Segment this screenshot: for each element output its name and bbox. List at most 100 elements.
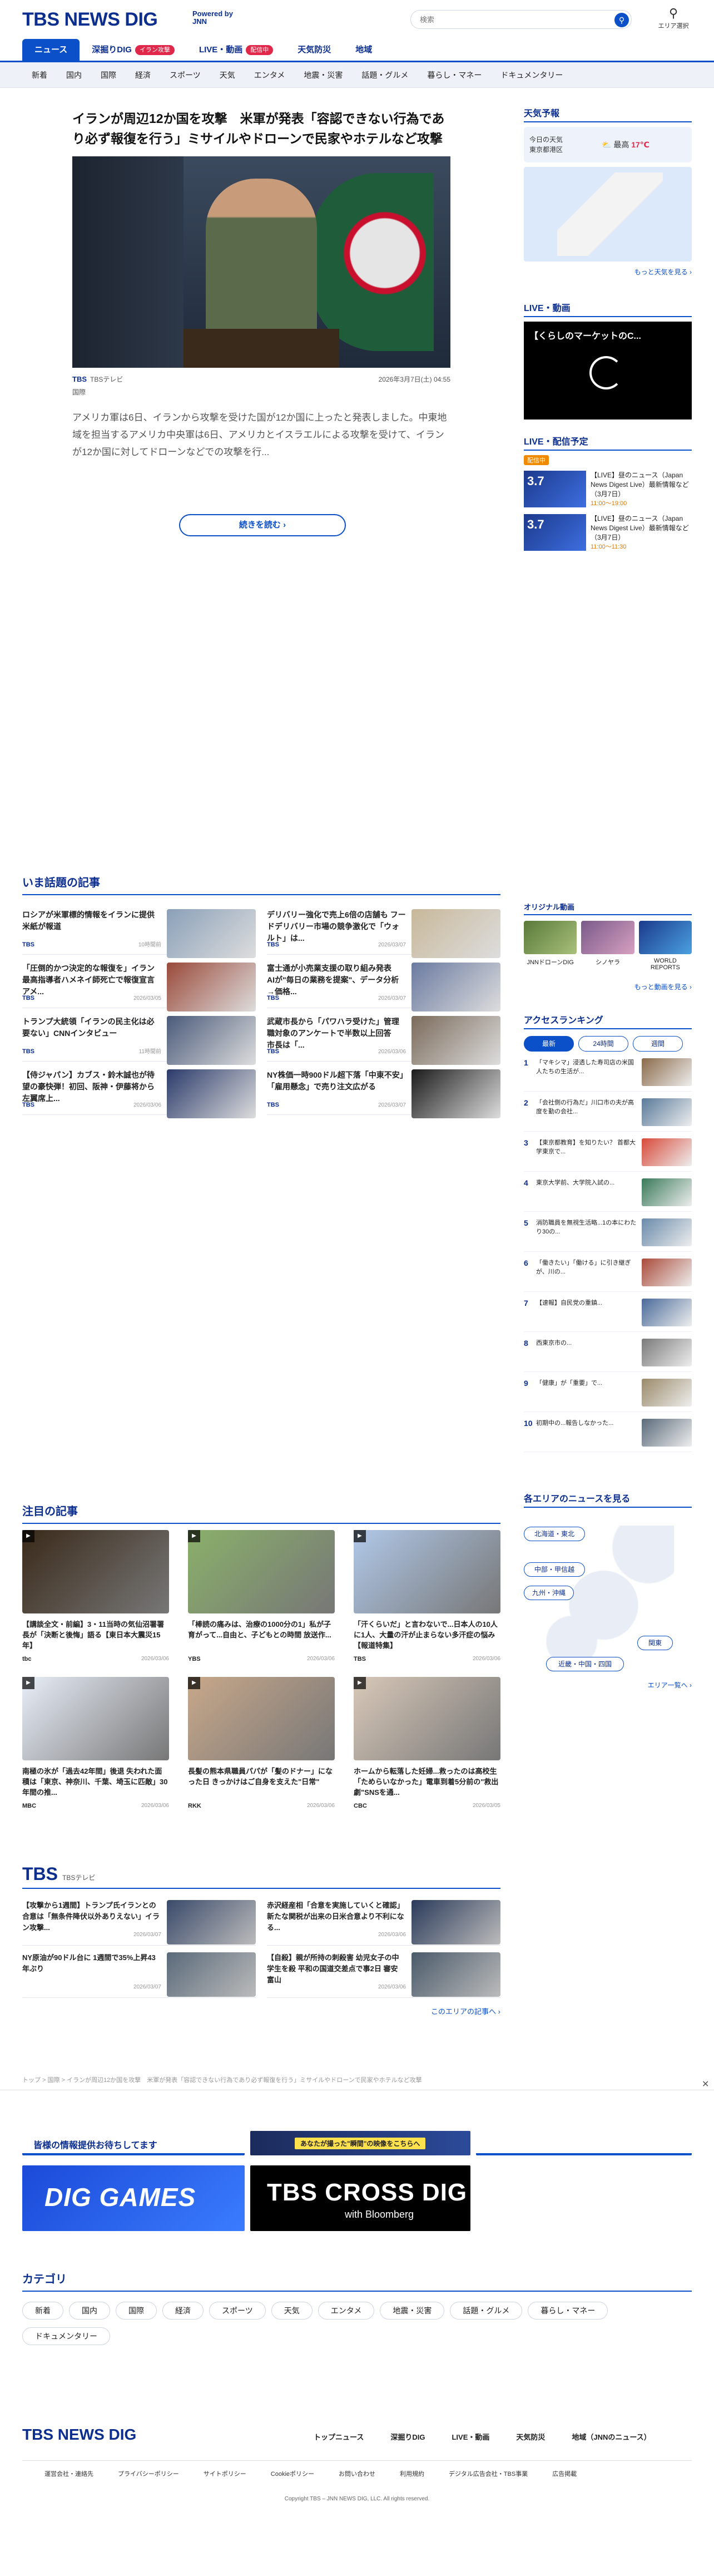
footer-link[interactable]: プライバシーポリシー — [118, 2469, 179, 2478]
footer-link[interactable]: デジタル広告会社・TBS事業 — [449, 2469, 528, 2478]
category-chip[interactable]: 新着 — [22, 2302, 63, 2320]
article-title[interactable]: イランが周辺12か国を攻撃 米軍が発表「容認できない行為であり必ず報復を行う」ミ… — [72, 108, 450, 149]
info-request-banner[interactable]: 皆様の情報提供お待ちしてます — [22, 2131, 245, 2155]
region-kinki-chugoku-shikoku[interactable]: 近畿・中国・四国 — [546, 1657, 624, 1671]
nav2-item[interactable]: 経済 — [126, 62, 160, 88]
category-chip[interactable]: 国際 — [116, 2302, 157, 2320]
footer-link[interactable]: Cookieポリシー — [271, 2469, 314, 2478]
original-more-link[interactable]: もっと動画を見る › — [524, 982, 692, 991]
region-kanto[interactable]: 関東 — [637, 1636, 673, 1650]
nav2-item[interactable]: スポーツ — [160, 62, 210, 88]
topic-item[interactable]: 武蔵市長から「パワハラ受けた」管理職対象のアンケートで半数以上回答 市長は「..… — [267, 1008, 500, 1065]
category-chip[interactable]: 地震・災害 — [380, 2302, 445, 2320]
footer-link[interactable]: お問い合わせ — [339, 2469, 375, 2478]
ranking-tab-week[interactable]: 週間 — [633, 1036, 683, 1052]
topic-item[interactable]: デリバリー強化で売上6倍の店舗も フードデリバリー市場の競争激化で「ウォルト」は… — [267, 901, 500, 958]
nav2-item[interactable]: ドキュメンタリー — [491, 62, 572, 88]
partner-banner[interactable] — [476, 2131, 692, 2155]
category-chip[interactable]: スポーツ — [209, 2302, 266, 2320]
footer-nav-item[interactable]: 天気防災 — [516, 2431, 545, 2442]
nav2-item[interactable]: 話題・グルメ — [352, 62, 418, 88]
footer-logo[interactable]: TBS NEWS DIG — [22, 2426, 136, 2444]
nav2-item[interactable]: 国内 — [57, 62, 91, 88]
ranking-item[interactable]: 8 西東京市の... — [524, 1339, 692, 1372]
nav-dig[interactable]: 深掘りDIG イラン攻撃 — [80, 39, 187, 61]
topic-item[interactable]: トランプ大統領「イランの民主化は必要ない」CNNインタビュー TBS 11時間前 — [22, 1008, 256, 1065]
cross-dig-banner[interactable]: TBS CROSS DIG with Bloomberg — [250, 2165, 470, 2231]
footer-nav-item[interactable]: トップニュース — [314, 2431, 364, 2442]
dig-games-banner[interactable]: DIG GAMES — [22, 2165, 245, 2231]
nav2-item[interactable]: 国際 — [91, 62, 126, 88]
topic-item[interactable]: ロシアが米軍標的情報をイランに提供 米紙が報道 TBS 10時間前 — [22, 901, 256, 958]
category-chip[interactable]: 国内 — [69, 2302, 110, 2320]
weather-map[interactable] — [524, 167, 692, 261]
footer-nav-item[interactable]: 深掘りDIG — [390, 2431, 425, 2442]
featured-item[interactable]: ▶ 長髪の熊本県職員パパが「髪のドナー」になった日 きっかけはご自身を支えた"日常… — [188, 1677, 335, 1809]
region-hokkaido-tohoku[interactable]: 北海道・東北 — [524, 1527, 585, 1541]
nav2-item[interactable]: 新着 — [22, 62, 57, 88]
category-chip[interactable]: 話題・グルメ — [450, 2302, 523, 2320]
search-icon[interactable]: ⚲ — [614, 13, 629, 27]
schedule-item[interactable]: 3.7 【LIVE】昼のニュース（Japan News Digest Live）… — [524, 514, 692, 552]
ranking-item[interactable]: 10 初期中の...報告しなかった... — [524, 1419, 692, 1452]
area-select-button[interactable]: ⚲ エリア選択 — [654, 6, 693, 33]
ranking-item[interactable]: 6 「働きたい」「働ける」に引き継ぎが、川の... — [524, 1259, 692, 1292]
topic-item[interactable]: 富士通が小売業支援の取り組み発表 AIが"毎日の業務を提案"、データ分析→価格.… — [267, 955, 500, 1011]
close-icon[interactable]: ✕ — [702, 2079, 709, 2090]
category-chip[interactable]: エンタメ — [318, 2302, 375, 2320]
category-chip[interactable]: 経済 — [162, 2302, 204, 2320]
footer-nav-item[interactable]: LIVE・動画 — [452, 2431, 489, 2442]
category-chip[interactable]: 天気 — [271, 2302, 313, 2320]
nav-news[interactable]: ニュース — [22, 39, 80, 61]
region-chubu[interactable]: 中部・甲信越 — [524, 1562, 585, 1577]
footer-link[interactable]: 広告掲載 — [552, 2469, 577, 2478]
nav-weather[interactable]: 天気防災 — [285, 39, 343, 61]
video-post-banner[interactable]: あなたが撮った"瞬間"の映像をこちらへ — [250, 2131, 470, 2155]
weather-city[interactable]: 東京都港区 — [529, 145, 563, 155]
footer-link[interactable]: 運営会社・連絡先 — [44, 2469, 93, 2478]
search-input[interactable] — [420, 14, 603, 25]
nav-live[interactable]: LIVE・動画 配信中 — [187, 39, 285, 61]
tbs-more-link[interactable]: このエリアの記事へ › — [22, 2006, 500, 2016]
nav2-item[interactable]: 地震・災害 — [294, 62, 352, 88]
original-thumb[interactable] — [638, 921, 692, 954]
article-category[interactable]: 国際 — [72, 387, 450, 397]
tbs-item[interactable]: 赤沢経産相「合意を実施していくと確認」新たな関税が出来の日米合意より不利になる.… — [267, 1893, 500, 1946]
original-thumb[interactable] — [581, 921, 634, 954]
ranking-item[interactable]: 4 東京大学前、大学院入試の... — [524, 1178, 692, 1212]
category-chip[interactable]: ドキュメンタリー — [22, 2327, 110, 2345]
breadcrumb[interactable]: トップ > 国際 > イランが周辺12か国を攻撃 米軍が発表「容認できない行為で… — [22, 2075, 692, 2084]
ranking-tab-24h[interactable]: 24時間 — [578, 1036, 628, 1052]
category-chip[interactable]: 暮らし・マネー — [528, 2302, 608, 2320]
featured-item[interactable]: ▶ 「汗くらいだ」と言わないで...日本人の10人に1人、大量の汗が止まらない多汗… — [354, 1530, 500, 1662]
ranking-item[interactable]: 9 「健康」が「重要」で... — [524, 1379, 692, 1412]
topic-item[interactable]: 【侍ジャパン】カブス・鈴木誠也が待望の豪快弾！初回、阪神・伊藤将から左翼席上..… — [22, 1062, 256, 1118]
nav2-item[interactable]: エンタメ — [245, 62, 295, 88]
weather-more-link[interactable]: もっと天気を見る › — [524, 267, 692, 277]
featured-item[interactable]: ▶ 「棒読の痛みは、治療の1000分の1」私が子育がって...自由と、子どもとの時… — [188, 1530, 335, 1662]
featured-item[interactable]: ▶ 南極の氷が「過去42年間」後退 失われた面積は「東京、神奈川、千葉、埼玉に匹敵… — [22, 1677, 169, 1809]
article-hero-image[interactable] — [72, 156, 450, 368]
ranking-item[interactable]: 5 消防職員を無視生活略...1の本にわたり30の... — [524, 1218, 692, 1252]
nav2-item[interactable]: 暮らし・マネー — [418, 62, 491, 88]
topic-item[interactable]: NY株価一時900ドル超下落「中東不安」「雇用懸念」で売り注文広がる TBS 202… — [267, 1062, 500, 1118]
footer-link[interactable]: 利用規約 — [400, 2469, 424, 2478]
ranking-item[interactable]: 2 「会社側の行為だ」川口市の夫が高度を勤の会社... — [524, 1098, 692, 1132]
schedule-item[interactable]: 3.7 【LIVE】昼のニュース（Japan News Digest Live）… — [524, 471, 692, 509]
featured-item[interactable]: ▶ 【講談全文・前編】3・11当時の気仙沼署署長が「決断と後悔」語る【東日本大震災… — [22, 1530, 169, 1662]
nav-region[interactable]: 地域 — [343, 39, 384, 61]
tbs-item[interactable]: 【自殺】親が所持の刺殺害 幼児女子の中学生を殺 平和の国道交差点で事2日 審安 … — [267, 1946, 500, 1998]
nav2-item[interactable]: 天気 — [210, 62, 245, 88]
featured-item[interactable]: ▶ ホームから転落した妊婦...救ったのは高校生「ためらいなかった」電車到着5分前… — [354, 1677, 500, 1809]
ranking-tab-latest[interactable]: 最新 — [524, 1036, 574, 1052]
tbs-item[interactable]: 【攻撃から1週間】トランプ氏イランとの合意は「無条件降伏以外ありえない」イラン攻… — [22, 1893, 256, 1946]
site-logo[interactable]: TBS NEWS DIG — [22, 9, 158, 31]
live-video-player[interactable]: 【くらしのマーケットのC... — [524, 322, 692, 420]
region-kyushu-okinawa[interactable]: 九州・沖縄 — [524, 1586, 574, 1600]
ranking-item[interactable]: 3 【東京都教育】を知りたい？ 首都大学東京で... — [524, 1138, 692, 1172]
regions-more-link[interactable]: エリア一覧へ › — [524, 1680, 692, 1690]
topic-item[interactable]: 「圧倒的かつ決定的な報復を」イラン最高指導者ハメネイ師死亡で報復宣言 アメ...… — [22, 955, 256, 1011]
ranking-item[interactable]: 1 「マキシマ」浸透した寿司店の米国人たちの生活が... — [524, 1058, 692, 1092]
footer-link[interactable]: サイトポリシー — [204, 2469, 246, 2478]
tbs-item[interactable]: NY原油が90ドル台に 1週間で35%上昇43年ぶり 2026/03/07 — [22, 1946, 256, 1998]
